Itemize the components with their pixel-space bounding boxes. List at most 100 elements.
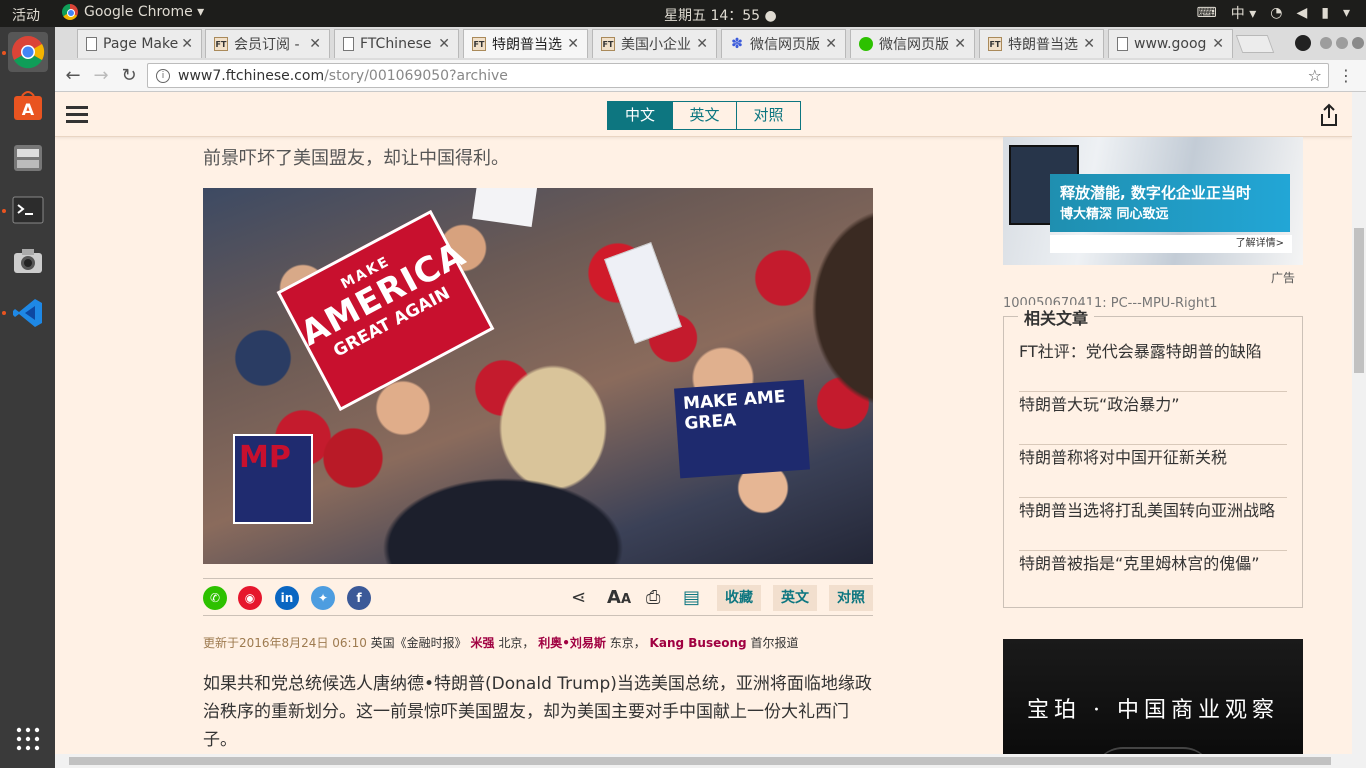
related-articles-box: 相关文章 FT社评：党代会暴露特朗普的缺陷 特朗普大玩“政治暴力” 特朗普称将对… (1003, 305, 1303, 608)
author-link[interactable]: Kang Buseong (650, 636, 747, 650)
author-location: 首尔报道 (750, 636, 799, 650)
related-articles-title: 相关文章 (1018, 305, 1095, 329)
chrome-menu-icon[interactable]: ⋮ (1338, 66, 1354, 85)
document-icon (343, 37, 354, 51)
profile-avatar-icon[interactable] (1295, 35, 1311, 51)
tab-wechat-web-2[interactable]: 微信网页版 ✕ (850, 29, 975, 58)
scrollbar-thumb[interactable] (1354, 228, 1364, 373)
horizontal-scrollbar[interactable] (55, 754, 1366, 768)
english-version-button[interactable]: 英文 (773, 585, 817, 611)
author-link[interactable]: 米强 (471, 636, 495, 650)
linkedin-share-icon[interactable]: in (275, 586, 299, 610)
tab-membership[interactable]: FT 会员订阅 - ✕ (205, 29, 330, 58)
facebook-share-icon[interactable]: f (347, 586, 371, 610)
wifi-icon[interactable]: ◔ (1270, 5, 1282, 21)
weibo-share-icon[interactable]: ◉ (238, 586, 262, 610)
clock[interactable]: 星期五 14：55 ● (664, 5, 777, 25)
launcher-dock: A (0, 27, 55, 768)
related-article-link[interactable]: 特朗普被指是“克里姆林宫的傀儡” (1019, 551, 1287, 604)
back-arrow-icon[interactable]: ← (61, 64, 85, 88)
ad-headline: 释放潜能, 数字化企业正当时 (1060, 184, 1251, 202)
chrome-launcher-icon[interactable] (8, 32, 48, 72)
close-icon[interactable]: ✕ (181, 36, 193, 52)
forward-arrow-icon[interactable]: → (89, 64, 113, 88)
tab-trump-article-active[interactable]: FT 特朗普当选 ✕ (463, 29, 588, 58)
author-location: 北京， (498, 636, 535, 650)
wechat-share-icon[interactable]: ✆ (203, 586, 227, 610)
close-icon[interactable]: ✕ (309, 36, 321, 52)
close-icon[interactable]: ✕ (954, 36, 966, 52)
battery-icon[interactable]: ▮ (1321, 5, 1329, 21)
vertical-scrollbar[interactable] (1352, 92, 1366, 754)
tab-us-small-business[interactable]: FT 美国小企业 ✕ (592, 29, 717, 58)
site-header: 中文 英文 对照 (55, 92, 1352, 137)
related-article-link[interactable]: 特朗普称将对中国开征新关税 (1019, 445, 1287, 498)
lang-chinese-button[interactable]: 中文 (608, 102, 672, 129)
chrome-icon (62, 4, 78, 20)
lang-bilingual-button[interactable]: 对照 (736, 102, 800, 129)
tab-trump-article-2[interactable]: FT 特朗普当选 ✕ (979, 29, 1104, 58)
ft-icon: FT (988, 37, 1002, 51)
photo-campaign-sign: MAKE AMERICA GREAT AGAIN (276, 209, 495, 412)
tab-ftchinese[interactable]: FTChinese ✕ (334, 29, 459, 58)
reload-icon[interactable]: ↻ (117, 64, 141, 88)
article-lead: 前景吓坏了美国盟友，却让中国得利。 (203, 148, 509, 169)
print-icon[interactable]: ⎙ (646, 587, 660, 608)
lang-english-button[interactable]: 英文 (672, 102, 736, 129)
show-applications-icon[interactable] (8, 719, 48, 759)
address-bar[interactable]: i www7.ftchinese.com/story/001069050?arc… (147, 63, 1329, 88)
app-menu[interactable]: Google Chrome ▾ (62, 4, 204, 20)
terminal-icon[interactable] (8, 190, 48, 230)
document-icon (1117, 37, 1128, 51)
svg-text:A: A (22, 100, 35, 119)
related-article-link[interactable]: FT社评：党代会暴露特朗普的缺陷 (1019, 339, 1287, 392)
share-nodes-icon[interactable]: ⋖ (571, 587, 586, 608)
new-tab-button[interactable] (1235, 35, 1275, 53)
photo-white-sign (604, 242, 682, 344)
tab-google[interactable]: www.goog ✕ (1108, 29, 1233, 58)
activities-button[interactable]: 活动 (12, 5, 40, 25)
share-icon[interactable] (1319, 103, 1339, 127)
related-article-link[interactable]: 特朗普大玩“政治暴力” (1019, 392, 1287, 445)
close-icon[interactable]: ✕ (696, 36, 708, 52)
running-indicator (2, 209, 6, 213)
tab-page-maker[interactable]: Page Make ✕ (77, 29, 202, 58)
author-location: 东京， (609, 636, 646, 650)
tab-wechat-web-1[interactable]: ✽ 微信网页版 ✕ (721, 29, 846, 58)
favorite-button[interactable]: 收藏 (717, 585, 761, 611)
bilingual-version-button[interactable]: 对照 (829, 585, 873, 611)
font-size-icon[interactable]: AA (607, 587, 631, 608)
vscode-icon[interactable] (8, 293, 48, 333)
related-article-link[interactable]: 特朗普当选将打乱美国转向亚洲战略 (1019, 498, 1287, 551)
input-method-indicator[interactable]: 中 ▾ (1231, 3, 1256, 23)
scrollbar-thumb[interactable] (69, 757, 1331, 765)
volume-icon[interactable]: ◀ (1296, 5, 1307, 21)
ft-icon: FT (472, 37, 486, 51)
browser-tab-strip: Page Make ✕ FT 会员订阅 - ✕ FTChinese ✕ FT 特… (55, 27, 1366, 60)
close-icon[interactable]: ✕ (1212, 36, 1224, 52)
keyboard-icon[interactable]: ⌨ (1197, 5, 1217, 21)
comment-icon[interactable]: ▤ (683, 587, 700, 608)
site-info-icon[interactable]: i (156, 68, 170, 83)
ad-headline-box: 释放潜能, 数字化企业正当时 博大精深 同心致远 (1050, 174, 1290, 232)
software-center-icon[interactable]: A (8, 85, 48, 125)
hamburger-menu-icon[interactable] (66, 106, 88, 123)
ad-label: 广告 (1271, 271, 1296, 285)
minimize-button[interactable] (1320, 37, 1332, 49)
close-icon[interactable]: ✕ (567, 36, 579, 52)
maximize-button[interactable] (1336, 37, 1348, 49)
close-icon[interactable]: ✕ (825, 36, 837, 52)
close-icon[interactable]: ✕ (438, 36, 450, 52)
power-menu-icon[interactable]: ▾ (1343, 5, 1350, 21)
advertisement-blancpain[interactable]: 宝珀 · 中国商业观察 (1003, 639, 1303, 754)
close-icon[interactable]: ✕ (1083, 36, 1095, 52)
advertisement-banner[interactable]: 释放潜能, 数字化企业正当时 博大精深 同心致远 了解详情> (1003, 137, 1303, 265)
screenshot-icon[interactable] (8, 241, 48, 281)
file-manager-icon[interactable] (8, 137, 48, 177)
ad-cta-link[interactable]: 了解详情> (1050, 235, 1292, 253)
author-link[interactable]: 利奥•刘易斯 (538, 636, 606, 650)
bookmark-star-icon[interactable]: ☆ (1308, 66, 1322, 85)
twitter-share-icon[interactable]: ✦ (311, 586, 335, 610)
article-photo: MAKE AMERICA GREAT AGAIN MAKE AME GREA M… (203, 188, 873, 564)
close-window-button[interactable] (1352, 37, 1364, 49)
